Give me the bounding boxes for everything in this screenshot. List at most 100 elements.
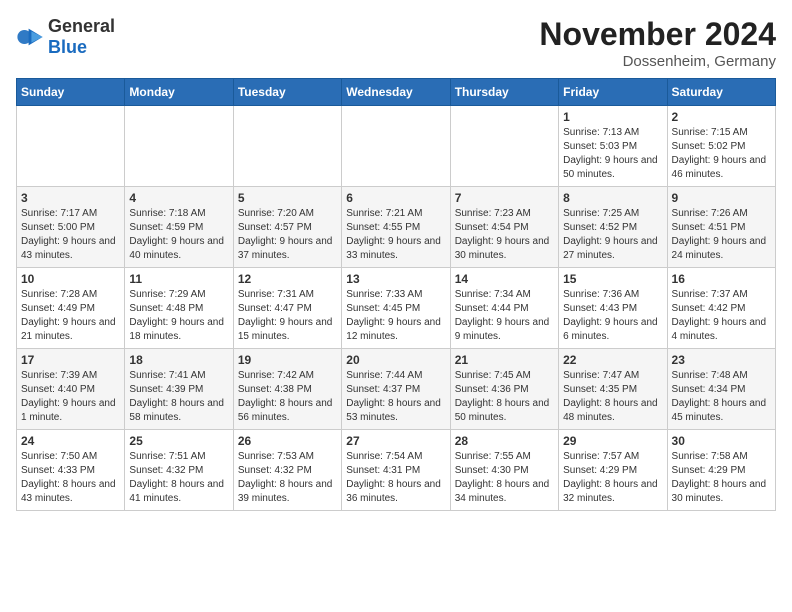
logo-general: General (48, 16, 115, 36)
calendar-week: 17 Sunrise: 7:39 AM Sunset: 4:40 PM Dayli… (17, 349, 776, 430)
calendar-header: SundayMondayTuesdayWednesdayThursdayFrid… (17, 79, 776, 106)
calendar-day (450, 106, 558, 187)
calendar-day: 17 Sunrise: 7:39 AM Sunset: 4:40 PM Dayli… (17, 349, 125, 430)
day-number: 29 (563, 434, 662, 448)
day-number: 7 (455, 191, 554, 205)
calendar-day: 14 Sunrise: 7:34 AM Sunset: 4:44 PM Dayli… (450, 268, 558, 349)
day-number: 14 (455, 272, 554, 286)
calendar-table: SundayMondayTuesdayWednesdayThursdayFrid… (16, 78, 776, 511)
calendar-day: 24 Sunrise: 7:50 AM Sunset: 4:33 PM Dayli… (17, 430, 125, 511)
day-info: Sunrise: 7:28 AM Sunset: 4:49 PM Dayligh… (21, 288, 120, 344)
day-number: 25 (129, 434, 228, 448)
day-number: 24 (21, 434, 120, 448)
calendar-day: 12Sunrise: 7:31 AM Sunset: 4:47 PM Dayli… (233, 268, 341, 349)
day-info: Sunrise: 7:36 AM Sunset: 4:43 PM Dayligh… (563, 288, 662, 344)
calendar-week: 24 Sunrise: 7:50 AM Sunset: 4:33 PM Dayli… (17, 430, 776, 511)
day-info: Sunrise: 7:33 AM Sunset: 4:45 PM Dayligh… (346, 288, 445, 344)
day-info: Sunrise: 7:26 AM Sunset: 4:51 PM Dayligh… (672, 207, 771, 263)
day-number: 15 (563, 272, 662, 286)
day-number: 1 (563, 110, 662, 124)
day-number: 17 (21, 353, 120, 367)
weekday-header: Monday (125, 79, 233, 106)
calendar-day: 18Sunrise: 7:41 AM Sunset: 4:39 PM Dayli… (125, 349, 233, 430)
day-info: Sunrise: 7:41 AM Sunset: 4:39 PM Dayligh… (129, 369, 228, 425)
location: Dossenheim, Germany (539, 53, 776, 70)
day-info: Sunrise: 7:39 AM Sunset: 4:40 PM Dayligh… (21, 369, 120, 425)
day-info: Sunrise: 7:58 AM Sunset: 4:29 PM Dayligh… (672, 450, 771, 506)
day-info: Sunrise: 7:17 AM Sunset: 5:00 PM Dayligh… (21, 207, 120, 263)
calendar-day: 30Sunrise: 7:58 AM Sunset: 4:29 PM Dayli… (667, 430, 775, 511)
calendar-body: 1 Sunrise: 7:13 AM Sunset: 5:03 PM Daylig… (17, 106, 776, 511)
day-number: 16 (672, 272, 771, 286)
day-info: Sunrise: 7:21 AM Sunset: 4:55 PM Dayligh… (346, 207, 445, 263)
calendar-day: 6 Sunrise: 7:21 AM Sunset: 4:55 PM Daylig… (342, 187, 450, 268)
day-info: Sunrise: 7:15 AM Sunset: 5:02 PM Dayligh… (672, 126, 771, 182)
logo-blue: Blue (48, 37, 87, 57)
day-info: Sunrise: 7:57 AM Sunset: 4:29 PM Dayligh… (563, 450, 662, 506)
day-number: 23 (672, 353, 771, 367)
calendar-day: 4Sunrise: 7:18 AM Sunset: 4:59 PM Daylig… (125, 187, 233, 268)
day-number: 10 (21, 272, 120, 286)
calendar-week: 1 Sunrise: 7:13 AM Sunset: 5:03 PM Daylig… (17, 106, 776, 187)
logo-text: General Blue (48, 16, 115, 58)
day-number: 28 (455, 434, 554, 448)
day-number: 19 (238, 353, 337, 367)
day-info: Sunrise: 7:34 AM Sunset: 4:44 PM Dayligh… (455, 288, 554, 344)
calendar-day (125, 106, 233, 187)
day-number: 11 (129, 272, 228, 286)
weekday-header: Saturday (667, 79, 775, 106)
calendar-day: 23 Sunrise: 7:48 AM Sunset: 4:34 PM Dayli… (667, 349, 775, 430)
weekday-header: Thursday (450, 79, 558, 106)
calendar-week: 10 Sunrise: 7:28 AM Sunset: 4:49 PM Dayli… (17, 268, 776, 349)
day-number: 4 (129, 191, 228, 205)
calendar-day: 7 Sunrise: 7:23 AM Sunset: 4:54 PM Daylig… (450, 187, 558, 268)
day-info: Sunrise: 7:25 AM Sunset: 4:52 PM Dayligh… (563, 207, 662, 263)
day-info: Sunrise: 7:23 AM Sunset: 4:54 PM Dayligh… (455, 207, 554, 263)
day-number: 9 (672, 191, 771, 205)
calendar-day: 29 Sunrise: 7:57 AM Sunset: 4:29 PM Dayli… (559, 430, 667, 511)
calendar-day: 21 Sunrise: 7:45 AM Sunset: 4:36 PM Dayli… (450, 349, 558, 430)
calendar-day: 22 Sunrise: 7:47 AM Sunset: 4:35 PM Dayli… (559, 349, 667, 430)
logo: General Blue (16, 16, 115, 58)
day-info: Sunrise: 7:44 AM Sunset: 4:37 PM Dayligh… (346, 369, 445, 425)
day-number: 3 (21, 191, 120, 205)
day-info: Sunrise: 7:37 AM Sunset: 4:42 PM Dayligh… (672, 288, 771, 344)
calendar-day: 2 Sunrise: 7:15 AM Sunset: 5:02 PM Daylig… (667, 106, 775, 187)
day-number: 2 (672, 110, 771, 124)
day-number: 27 (346, 434, 445, 448)
day-number: 13 (346, 272, 445, 286)
day-number: 22 (563, 353, 662, 367)
calendar-day: 19 Sunrise: 7:42 AM Sunset: 4:38 PM Dayli… (233, 349, 341, 430)
calendar-day: 15 Sunrise: 7:36 AM Sunset: 4:43 PM Dayli… (559, 268, 667, 349)
day-info: Sunrise: 7:53 AM Sunset: 4:32 PM Dayligh… (238, 450, 337, 506)
weekday-header: Friday (559, 79, 667, 106)
calendar-day (17, 106, 125, 187)
day-info: Sunrise: 7:13 AM Sunset: 5:03 PM Dayligh… (563, 126, 662, 182)
day-number: 26 (238, 434, 337, 448)
day-info: Sunrise: 7:48 AM Sunset: 4:34 PM Dayligh… (672, 369, 771, 425)
calendar-day: 3 Sunrise: 7:17 AM Sunset: 5:00 PM Daylig… (17, 187, 125, 268)
calendar-day: 27 Sunrise: 7:54 AM Sunset: 4:31 PM Dayli… (342, 430, 450, 511)
calendar-day: 16 Sunrise: 7:37 AM Sunset: 4:42 PM Dayli… (667, 268, 775, 349)
calendar-week: 3 Sunrise: 7:17 AM Sunset: 5:00 PM Daylig… (17, 187, 776, 268)
calendar-day: 9 Sunrise: 7:26 AM Sunset: 4:51 PM Daylig… (667, 187, 775, 268)
day-number: 6 (346, 191, 445, 205)
day-info: Sunrise: 7:45 AM Sunset: 4:36 PM Dayligh… (455, 369, 554, 425)
calendar-day: 20 Sunrise: 7:44 AM Sunset: 4:37 PM Dayli… (342, 349, 450, 430)
day-info: Sunrise: 7:50 AM Sunset: 4:33 PM Dayligh… (21, 450, 120, 506)
calendar-day (342, 106, 450, 187)
title-area: November 2024 Dossenheim, Germany (539, 16, 776, 70)
calendar-day (233, 106, 341, 187)
day-number: 5 (238, 191, 337, 205)
day-info: Sunrise: 7:42 AM Sunset: 4:38 PM Dayligh… (238, 369, 337, 425)
weekday-header: Wednesday (342, 79, 450, 106)
day-info: Sunrise: 7:51 AM Sunset: 4:32 PM Dayligh… (129, 450, 228, 506)
page-header: General Blue November 2024 Dossenheim, G… (16, 16, 776, 70)
day-number: 8 (563, 191, 662, 205)
day-info: Sunrise: 7:20 AM Sunset: 4:57 PM Dayligh… (238, 207, 337, 263)
day-number: 20 (346, 353, 445, 367)
weekday-row: SundayMondayTuesdayWednesdayThursdayFrid… (17, 79, 776, 106)
day-info: Sunrise: 7:47 AM Sunset: 4:35 PM Dayligh… (563, 369, 662, 425)
day-number: 21 (455, 353, 554, 367)
day-info: Sunrise: 7:54 AM Sunset: 4:31 PM Dayligh… (346, 450, 445, 506)
